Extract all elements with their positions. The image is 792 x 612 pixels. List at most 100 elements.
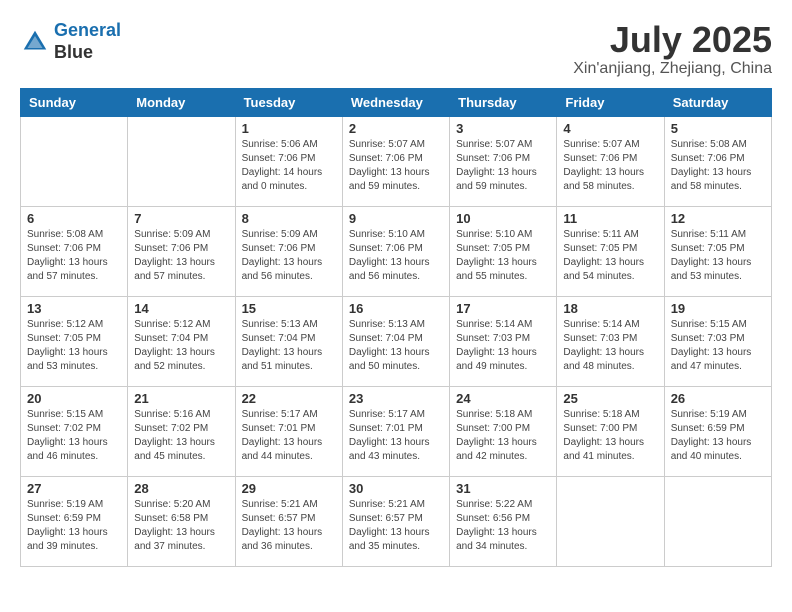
day-info: Sunrise: 5:13 AMSunset: 7:04 PMDaylight:… xyxy=(349,318,443,374)
day-number: 6 xyxy=(27,211,121,226)
day-cell: 21Sunrise: 5:16 AMSunset: 7:02 PMDayligh… xyxy=(128,386,235,476)
day-number: 7 xyxy=(134,211,228,226)
day-cell: 13 Sunrise: 5:12 AMSunset: 7:05 PMDayligh… xyxy=(21,296,128,386)
day-info: Sunrise: 5:12 AMSunset: 7:05 PMDaylight:… xyxy=(27,318,121,374)
weekday-header-friday: Friday xyxy=(557,88,664,116)
day-number: 14 xyxy=(134,301,228,316)
title-block: July 2025 Xin'anjiang, Zhejiang, China xyxy=(573,20,772,78)
day-info: Sunrise: 5:15 AMSunset: 7:02 PMDaylight:… xyxy=(27,408,121,464)
day-number: 23 xyxy=(349,391,443,406)
day-info: Sunrise: 5:20 AMSunset: 6:58 PMDaylight:… xyxy=(134,498,228,554)
weekday-header-monday: Monday xyxy=(128,88,235,116)
day-info: Sunrise: 5:07 AMSunset: 7:06 PMDaylight:… xyxy=(456,138,550,194)
location: Xin'anjiang, Zhejiang, China xyxy=(573,60,772,78)
day-number: 25 xyxy=(563,391,657,406)
day-number: 27 xyxy=(27,481,121,496)
day-number: 24 xyxy=(456,391,550,406)
day-cell: 11Sunrise: 5:11 AMSunset: 7:05 PMDayligh… xyxy=(557,206,664,296)
day-info: Sunrise: 5:19 AMSunset: 6:59 PMDaylight:… xyxy=(27,498,121,554)
logo-icon xyxy=(20,27,50,57)
calendar: SundayMondayTuesdayWednesdayThursdayFrid… xyxy=(20,88,772,567)
day-info: Sunrise: 5:17 AMSunset: 7:01 PMDaylight:… xyxy=(349,408,443,464)
month-year: July 2025 xyxy=(573,20,772,60)
day-info: Sunrise: 5:13 AMSunset: 7:04 PMDaylight:… xyxy=(242,318,336,374)
day-info: Sunrise: 5:10 AMSunset: 7:06 PMDaylight:… xyxy=(349,228,443,284)
week-row-3: 13 Sunrise: 5:12 AMSunset: 7:05 PMDayligh… xyxy=(21,296,772,386)
day-cell: 16 Sunrise: 5:13 AMSunset: 7:04 PMDayligh… xyxy=(342,296,449,386)
day-cell: 8 Sunrise: 5:09 AMSunset: 7:06 PMDaylight… xyxy=(235,206,342,296)
day-info: Sunrise: 5:22 AMSunset: 6:56 PMDaylight:… xyxy=(456,498,550,554)
day-info: Sunrise: 5:11 AMSunset: 7:05 PMDaylight:… xyxy=(671,228,765,284)
day-number: 26 xyxy=(671,391,765,406)
day-number: 31 xyxy=(456,481,550,496)
day-cell: 6 Sunrise: 5:08 AMSunset: 7:06 PMDaylight… xyxy=(21,206,128,296)
day-info: Sunrise: 5:14 AMSunset: 7:03 PMDaylight:… xyxy=(563,318,657,374)
day-cell: 31 Sunrise: 5:22 AMSunset: 6:56 PMDayligh… xyxy=(450,476,557,566)
day-number: 10 xyxy=(456,211,550,226)
day-info: Sunrise: 5:07 AMSunset: 7:06 PMDaylight:… xyxy=(563,138,657,194)
day-info: Sunrise: 5:09 AMSunset: 7:06 PMDaylight:… xyxy=(242,228,336,284)
day-cell: 24 Sunrise: 5:18 AMSunset: 7:00 PMDayligh… xyxy=(450,386,557,476)
day-cell xyxy=(128,116,235,206)
day-number: 8 xyxy=(242,211,336,226)
week-row-5: 27 Sunrise: 5:19 AMSunset: 6:59 PMDayligh… xyxy=(21,476,772,566)
day-info: Sunrise: 5:21 AMSunset: 6:57 PMDaylight:… xyxy=(349,498,443,554)
day-cell: 7 Sunrise: 5:09 AMSunset: 7:06 PMDaylight… xyxy=(128,206,235,296)
day-cell: 10 Sunrise: 5:10 AMSunset: 7:05 PMDayligh… xyxy=(450,206,557,296)
weekday-header-saturday: Saturday xyxy=(664,88,771,116)
day-cell xyxy=(664,476,771,566)
day-number: 20 xyxy=(27,391,121,406)
day-number: 17 xyxy=(456,301,550,316)
day-info: Sunrise: 5:19 AMSunset: 6:59 PMDaylight:… xyxy=(671,408,765,464)
day-number: 30 xyxy=(349,481,443,496)
logo-text: General Blue xyxy=(54,20,121,63)
page-header: General Blue July 2025 Xin'anjiang, Zhej… xyxy=(20,20,772,78)
day-info: Sunrise: 5:08 AMSunset: 7:06 PMDaylight:… xyxy=(27,228,121,284)
day-cell: 12 Sunrise: 5:11 AMSunset: 7:05 PMDayligh… xyxy=(664,206,771,296)
day-number: 15 xyxy=(242,301,336,316)
day-info: Sunrise: 5:11 AMSunset: 7:05 PMDaylight:… xyxy=(563,228,657,284)
day-number: 22 xyxy=(242,391,336,406)
day-info: Sunrise: 5:14 AMSunset: 7:03 PMDaylight:… xyxy=(456,318,550,374)
day-cell: 9Sunrise: 5:10 AMSunset: 7:06 PMDaylight… xyxy=(342,206,449,296)
day-cell: 5Sunrise: 5:08 AMSunset: 7:06 PMDaylight… xyxy=(664,116,771,206)
day-cell: 1 Sunrise: 5:06 AMSunset: 7:06 PMDaylight… xyxy=(235,116,342,206)
weekday-header-thursday: Thursday xyxy=(450,88,557,116)
day-cell: 26 Sunrise: 5:19 AMSunset: 6:59 PMDayligh… xyxy=(664,386,771,476)
day-number: 5 xyxy=(671,121,765,136)
day-info: Sunrise: 5:10 AMSunset: 7:05 PMDaylight:… xyxy=(456,228,550,284)
logo: General Blue xyxy=(20,20,121,63)
day-cell: 25 Sunrise: 5:18 AMSunset: 7:00 PMDayligh… xyxy=(557,386,664,476)
weekday-header-sunday: Sunday xyxy=(21,88,128,116)
day-number: 16 xyxy=(349,301,443,316)
day-info: Sunrise: 5:06 AMSunset: 7:06 PMDaylight:… xyxy=(242,138,336,194)
day-info: Sunrise: 5:07 AMSunset: 7:06 PMDaylight:… xyxy=(349,138,443,194)
day-info: Sunrise: 5:17 AMSunset: 7:01 PMDaylight:… xyxy=(242,408,336,464)
day-info: Sunrise: 5:09 AMSunset: 7:06 PMDaylight:… xyxy=(134,228,228,284)
day-number: 2 xyxy=(349,121,443,136)
day-info: Sunrise: 5:18 AMSunset: 7:00 PMDaylight:… xyxy=(563,408,657,464)
weekday-header-row: SundayMondayTuesdayWednesdayThursdayFrid… xyxy=(21,88,772,116)
day-number: 1 xyxy=(242,121,336,136)
day-info: Sunrise: 5:15 AMSunset: 7:03 PMDaylight:… xyxy=(671,318,765,374)
day-cell xyxy=(21,116,128,206)
day-number: 3 xyxy=(456,121,550,136)
day-cell: 22 Sunrise: 5:17 AMSunset: 7:01 PMDayligh… xyxy=(235,386,342,476)
day-cell: 14Sunrise: 5:12 AMSunset: 7:04 PMDayligh… xyxy=(128,296,235,386)
weekday-header-wednesday: Wednesday xyxy=(342,88,449,116)
day-cell: 19Sunrise: 5:15 AMSunset: 7:03 PMDayligh… xyxy=(664,296,771,386)
day-number: 12 xyxy=(671,211,765,226)
day-cell: 15 Sunrise: 5:13 AMSunset: 7:04 PMDayligh… xyxy=(235,296,342,386)
week-row-2: 6 Sunrise: 5:08 AMSunset: 7:06 PMDaylight… xyxy=(21,206,772,296)
day-number: 13 xyxy=(27,301,121,316)
week-row-4: 20 Sunrise: 5:15 AMSunset: 7:02 PMDayligh… xyxy=(21,386,772,476)
day-cell: 30 Sunrise: 5:21 AMSunset: 6:57 PMDayligh… xyxy=(342,476,449,566)
day-cell: 2 Sunrise: 5:07 AMSunset: 7:06 PMDaylight… xyxy=(342,116,449,206)
day-cell: 4 Sunrise: 5:07 AMSunset: 7:06 PMDaylight… xyxy=(557,116,664,206)
day-number: 28 xyxy=(134,481,228,496)
day-cell: 28 Sunrise: 5:20 AMSunset: 6:58 PMDayligh… xyxy=(128,476,235,566)
day-cell: 17 Sunrise: 5:14 AMSunset: 7:03 PMDayligh… xyxy=(450,296,557,386)
day-number: 4 xyxy=(563,121,657,136)
day-info: Sunrise: 5:21 AMSunset: 6:57 PMDaylight:… xyxy=(242,498,336,554)
day-info: Sunrise: 5:18 AMSunset: 7:00 PMDaylight:… xyxy=(456,408,550,464)
